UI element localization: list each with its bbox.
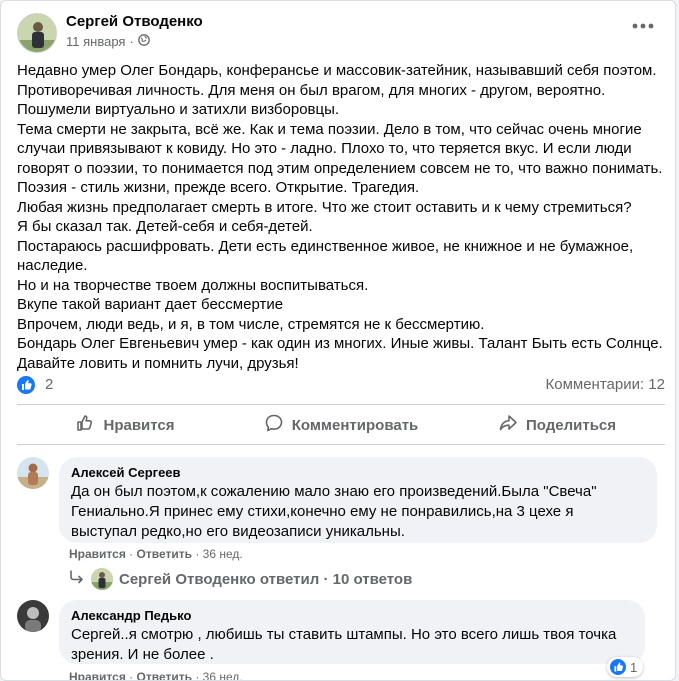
more-icon[interactable]	[629, 17, 657, 41]
post-author[interactable]: Сергей Отводенко	[66, 13, 203, 30]
share-button[interactable]: Поделиться	[449, 407, 665, 443]
like-icon	[610, 659, 626, 675]
post-line: Любая жизнь предполагает смерть в итоге.…	[17, 198, 632, 216]
comment-item: Александр Педько Сергей..я смотрю , люби…	[17, 600, 665, 681]
comment-reply-button[interactable]: Ответить	[137, 670, 192, 680]
comment-author[interactable]: Алексей Сергеев	[71, 465, 645, 480]
thumbs-up-icon	[75, 413, 95, 437]
comment-reply-button[interactable]: Ответить	[137, 547, 192, 561]
divider	[17, 404, 665, 405]
dot-separator: ·	[129, 670, 134, 681]
comment-actions: Нравится · Ответить · 36 нед.	[69, 670, 243, 681]
share-label: Поделиться	[525, 416, 617, 434]
post-line: Противоречивая личность. Для меня он был…	[17, 81, 606, 99]
post-card: Сергей Отводенко 11 января · Недавно уме…	[0, 0, 676, 681]
comment-author[interactable]: Александр Педько	[71, 608, 633, 623]
comment-time[interactable]: 36 нед.	[203, 670, 243, 680]
comment-time[interactable]: 36 нед.	[203, 547, 243, 561]
post-line: Пошумели виртуально и затихли визборовцы…	[17, 101, 340, 118]
like-label: Нравится	[103, 416, 175, 434]
comment-like-button[interactable]: Нравится	[69, 670, 126, 680]
comment-actions: Нравится · Ответить · 36 нед.	[69, 547, 243, 561]
reply-arrow-icon	[69, 570, 85, 588]
post-line: Недавно умер Олег Бондарь, конферансье и…	[17, 62, 657, 79]
reactions-row: 2 Комментарии: 12	[17, 375, 665, 397]
comment-text: Да он был поэтом,к сожалению мало знаю е…	[71, 482, 645, 542]
like-button[interactable]: Нравится	[17, 407, 233, 443]
replies-summary-text: Сергей Отводенко ответил · 10 ответов	[119, 570, 413, 588]
comment-line: зрения. И не более .	[71, 646, 214, 663]
comment-line: Сергей..я смотрю , любишь ты ставить шта…	[71, 626, 617, 643]
post-line: Вкупе такой вариант дает бессмертие	[17, 296, 284, 313]
comment-button[interactable]: Комментировать	[233, 407, 449, 443]
comment-line: выступал редко,но его видеозаписи уникал…	[71, 523, 405, 540]
post-line: Бондарь Олег Евгеньевич умер - как один …	[17, 335, 663, 352]
comment-icon	[264, 413, 284, 437]
comment-line: Да он был поэтом,к сожалению мало знаю е…	[71, 483, 597, 500]
comment-text: Сергей..я смотрю , любишь ты ставить шта…	[71, 625, 633, 665]
post-line: Тема смерти не закрыта, всё же. Как и те…	[17, 120, 642, 138]
comment-reaction-pill[interactable]: 1	[607, 657, 644, 677]
commenter-avatar[interactable]	[17, 457, 49, 489]
comments-count[interactable]: Комментарии: 12	[546, 376, 666, 393]
post-line: Поэзия - стиль жизни, прежде всего. Откр…	[17, 179, 420, 196]
share-icon	[498, 413, 518, 437]
post-header: Сергей Отводенко 11 января ·	[17, 11, 657, 55]
post-body: Недавно умер Олег Бондарь, конферансье и…	[17, 61, 665, 373]
dot-separator: ·	[195, 670, 200, 681]
view-replies-link[interactable]: Сергей Отводенко ответил · 10 ответов	[69, 568, 413, 590]
globe-icon	[137, 34, 150, 49]
post-line: Впрочем, люди ведь, и я, в том числе, ст…	[17, 315, 485, 333]
post-line: Я бы сказал так. Детей-себя и себя-детей…	[17, 218, 313, 235]
like-count[interactable]: 2	[45, 376, 53, 393]
comment-label: Комментировать	[291, 416, 419, 434]
post-line: Давайте ловить и помнить лучи, друзья!	[17, 354, 299, 372]
meta-separator: ·	[129, 34, 134, 49]
post-line: наследие.	[17, 257, 88, 274]
post-line: случаи привязывают к ковиду. Но это - ла…	[17, 140, 632, 157]
post-date[interactable]: 11 января	[66, 34, 125, 49]
reaction-count: 1	[630, 659, 638, 675]
commenter-avatar[interactable]	[17, 600, 49, 632]
divider	[17, 444, 665, 445]
post-line: Постараюсь расшифровать. Дети есть единс…	[17, 237, 634, 255]
post-actions: Нравится Комментировать Поделиться	[17, 407, 665, 443]
comment-bubble: Александр Педько Сергей..я смотрю , люби…	[59, 600, 645, 664]
post-line: Но и на творчестве твоем должны воспитыв…	[17, 276, 369, 294]
comment-line: Гениально.Я принес ему стихи,конечно ему…	[71, 503, 574, 520]
author-avatar[interactable]	[17, 13, 57, 53]
post-meta: 11 января ·	[66, 34, 150, 49]
comment-item: Алексей Сергеев Да он был поэтом,к сожал…	[17, 457, 665, 567]
comment-like-button[interactable]: Нравится	[69, 547, 126, 561]
post-line: говорят о поэзии, то понимается под этим…	[17, 159, 663, 177]
dot-separator: ·	[129, 547, 134, 561]
replier-avatar	[91, 568, 113, 590]
dot-separator: ·	[195, 547, 200, 561]
like-icon[interactable]	[17, 376, 35, 394]
comment-bubble: Алексей Сергеев Да он был поэтом,к сожал…	[59, 457, 657, 543]
